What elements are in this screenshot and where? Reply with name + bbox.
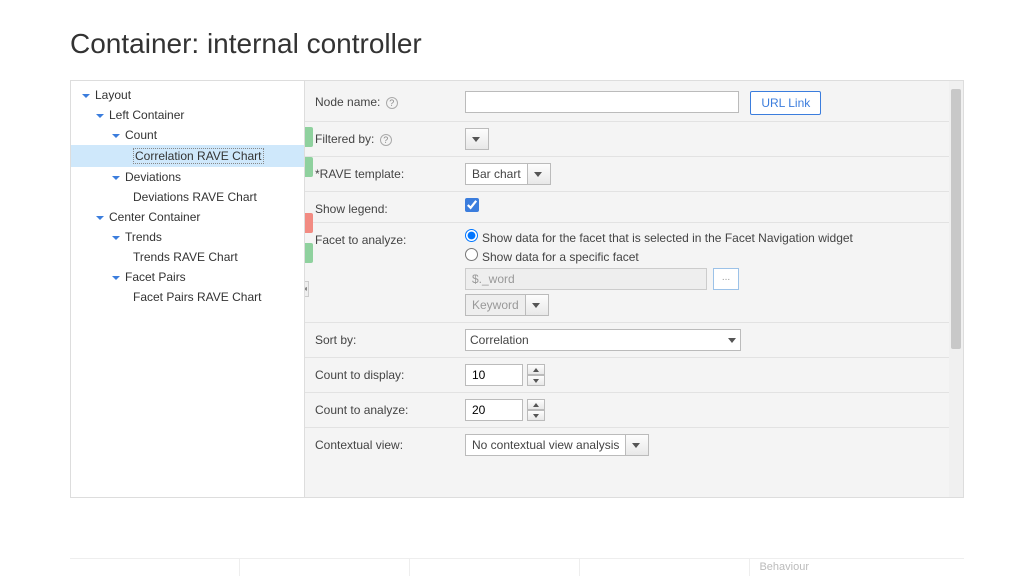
tree-trends[interactable]: Trends	[71, 227, 304, 247]
tree-root-layout[interactable]: Layout	[71, 85, 304, 105]
caret-down-icon	[111, 172, 121, 182]
tree-facet-pairs[interactable]: Facet Pairs	[71, 267, 304, 287]
rave-template-select[interactable]: Bar chart	[465, 163, 551, 185]
tab-red-icon[interactable]	[305, 213, 313, 233]
facet-analyze-label: Facet to analyze:	[315, 229, 465, 247]
contextual-view-select[interactable]: No contextual view analysis	[465, 434, 649, 456]
tree-deviations[interactable]: Deviations	[71, 167, 304, 187]
spin-down-icon[interactable]	[527, 375, 545, 386]
scrollbar[interactable]	[949, 81, 963, 497]
show-legend-label: Show legend:	[315, 198, 465, 216]
count-display-label: Count to display:	[315, 364, 465, 382]
browse-button[interactable]: ...	[713, 268, 739, 290]
tree-center-container[interactable]: Center Container	[71, 207, 304, 227]
help-icon[interactable]: ?	[380, 134, 392, 146]
facet-radio-navigation[interactable]: Show data for the facet that is selected…	[465, 229, 953, 245]
footer-strip: Behaviour	[70, 558, 964, 576]
slide-title: Container: internal controller	[0, 0, 1024, 80]
caret-down-icon	[95, 212, 105, 222]
node-name-input[interactable]	[465, 91, 739, 113]
spin-up-icon[interactable]	[527, 399, 545, 410]
tree-trends-chart[interactable]: Trends RAVE Chart	[71, 247, 304, 267]
facet-keyword-select: Keyword	[465, 294, 549, 316]
caret-down-icon	[81, 90, 91, 100]
filtered-by-label: Filtered by: ?	[315, 128, 465, 146]
count-display-spinner[interactable]	[465, 364, 545, 386]
tree-count[interactable]: Count	[71, 125, 304, 145]
tree-deviations-chart[interactable]: Deviations RAVE Chart	[71, 187, 304, 207]
facet-radio-specific[interactable]: Show data for a specific facet	[465, 248, 953, 264]
behaviour-label: Behaviour	[759, 561, 809, 573]
count-analyze-label: Count to analyze:	[315, 399, 465, 417]
tree-facet-pairs-chart[interactable]: Facet Pairs RAVE Chart	[71, 287, 304, 307]
caret-down-icon	[111, 272, 121, 282]
properties-panel: ◂ Node name: ? URL Link Filtered by: ? *…	[305, 81, 963, 497]
sort-by-select[interactable]: Correlation	[465, 329, 741, 351]
collapse-handle-icon[interactable]: ◂	[305, 281, 309, 297]
tab-green-icon[interactable]	[305, 243, 313, 263]
tab-green-icon[interactable]	[305, 157, 313, 177]
tab-green-icon[interactable]	[305, 127, 313, 147]
filtered-by-dropdown[interactable]	[465, 128, 489, 150]
app-frame: Layout Left Container Count Correlation …	[70, 80, 964, 498]
chevron-down-icon	[728, 338, 736, 343]
facet-word-input	[465, 268, 707, 290]
url-link-button[interactable]: URL Link	[750, 91, 821, 115]
scrollbar-thumb[interactable]	[951, 89, 961, 349]
spin-up-icon[interactable]	[527, 364, 545, 375]
tree-left-container[interactable]: Left Container	[71, 105, 304, 125]
contextual-view-label: Contextual view:	[315, 434, 465, 452]
rave-template-label: *RAVE template:	[315, 163, 465, 181]
spin-down-icon[interactable]	[527, 410, 545, 421]
caret-down-icon	[95, 110, 105, 120]
tree-correlation-rave-chart[interactable]: Correlation RAVE Chart	[71, 145, 304, 167]
layout-tree: Layout Left Container Count Correlation …	[71, 81, 305, 497]
node-name-label: Node name: ?	[315, 91, 465, 109]
help-icon[interactable]: ?	[386, 97, 398, 109]
color-tabs	[305, 127, 313, 273]
show-legend-checkbox[interactable]	[465, 198, 479, 212]
caret-down-icon	[111, 130, 121, 140]
count-analyze-spinner[interactable]	[465, 399, 545, 421]
caret-down-icon	[111, 232, 121, 242]
sort-by-label: Sort by:	[315, 329, 465, 347]
